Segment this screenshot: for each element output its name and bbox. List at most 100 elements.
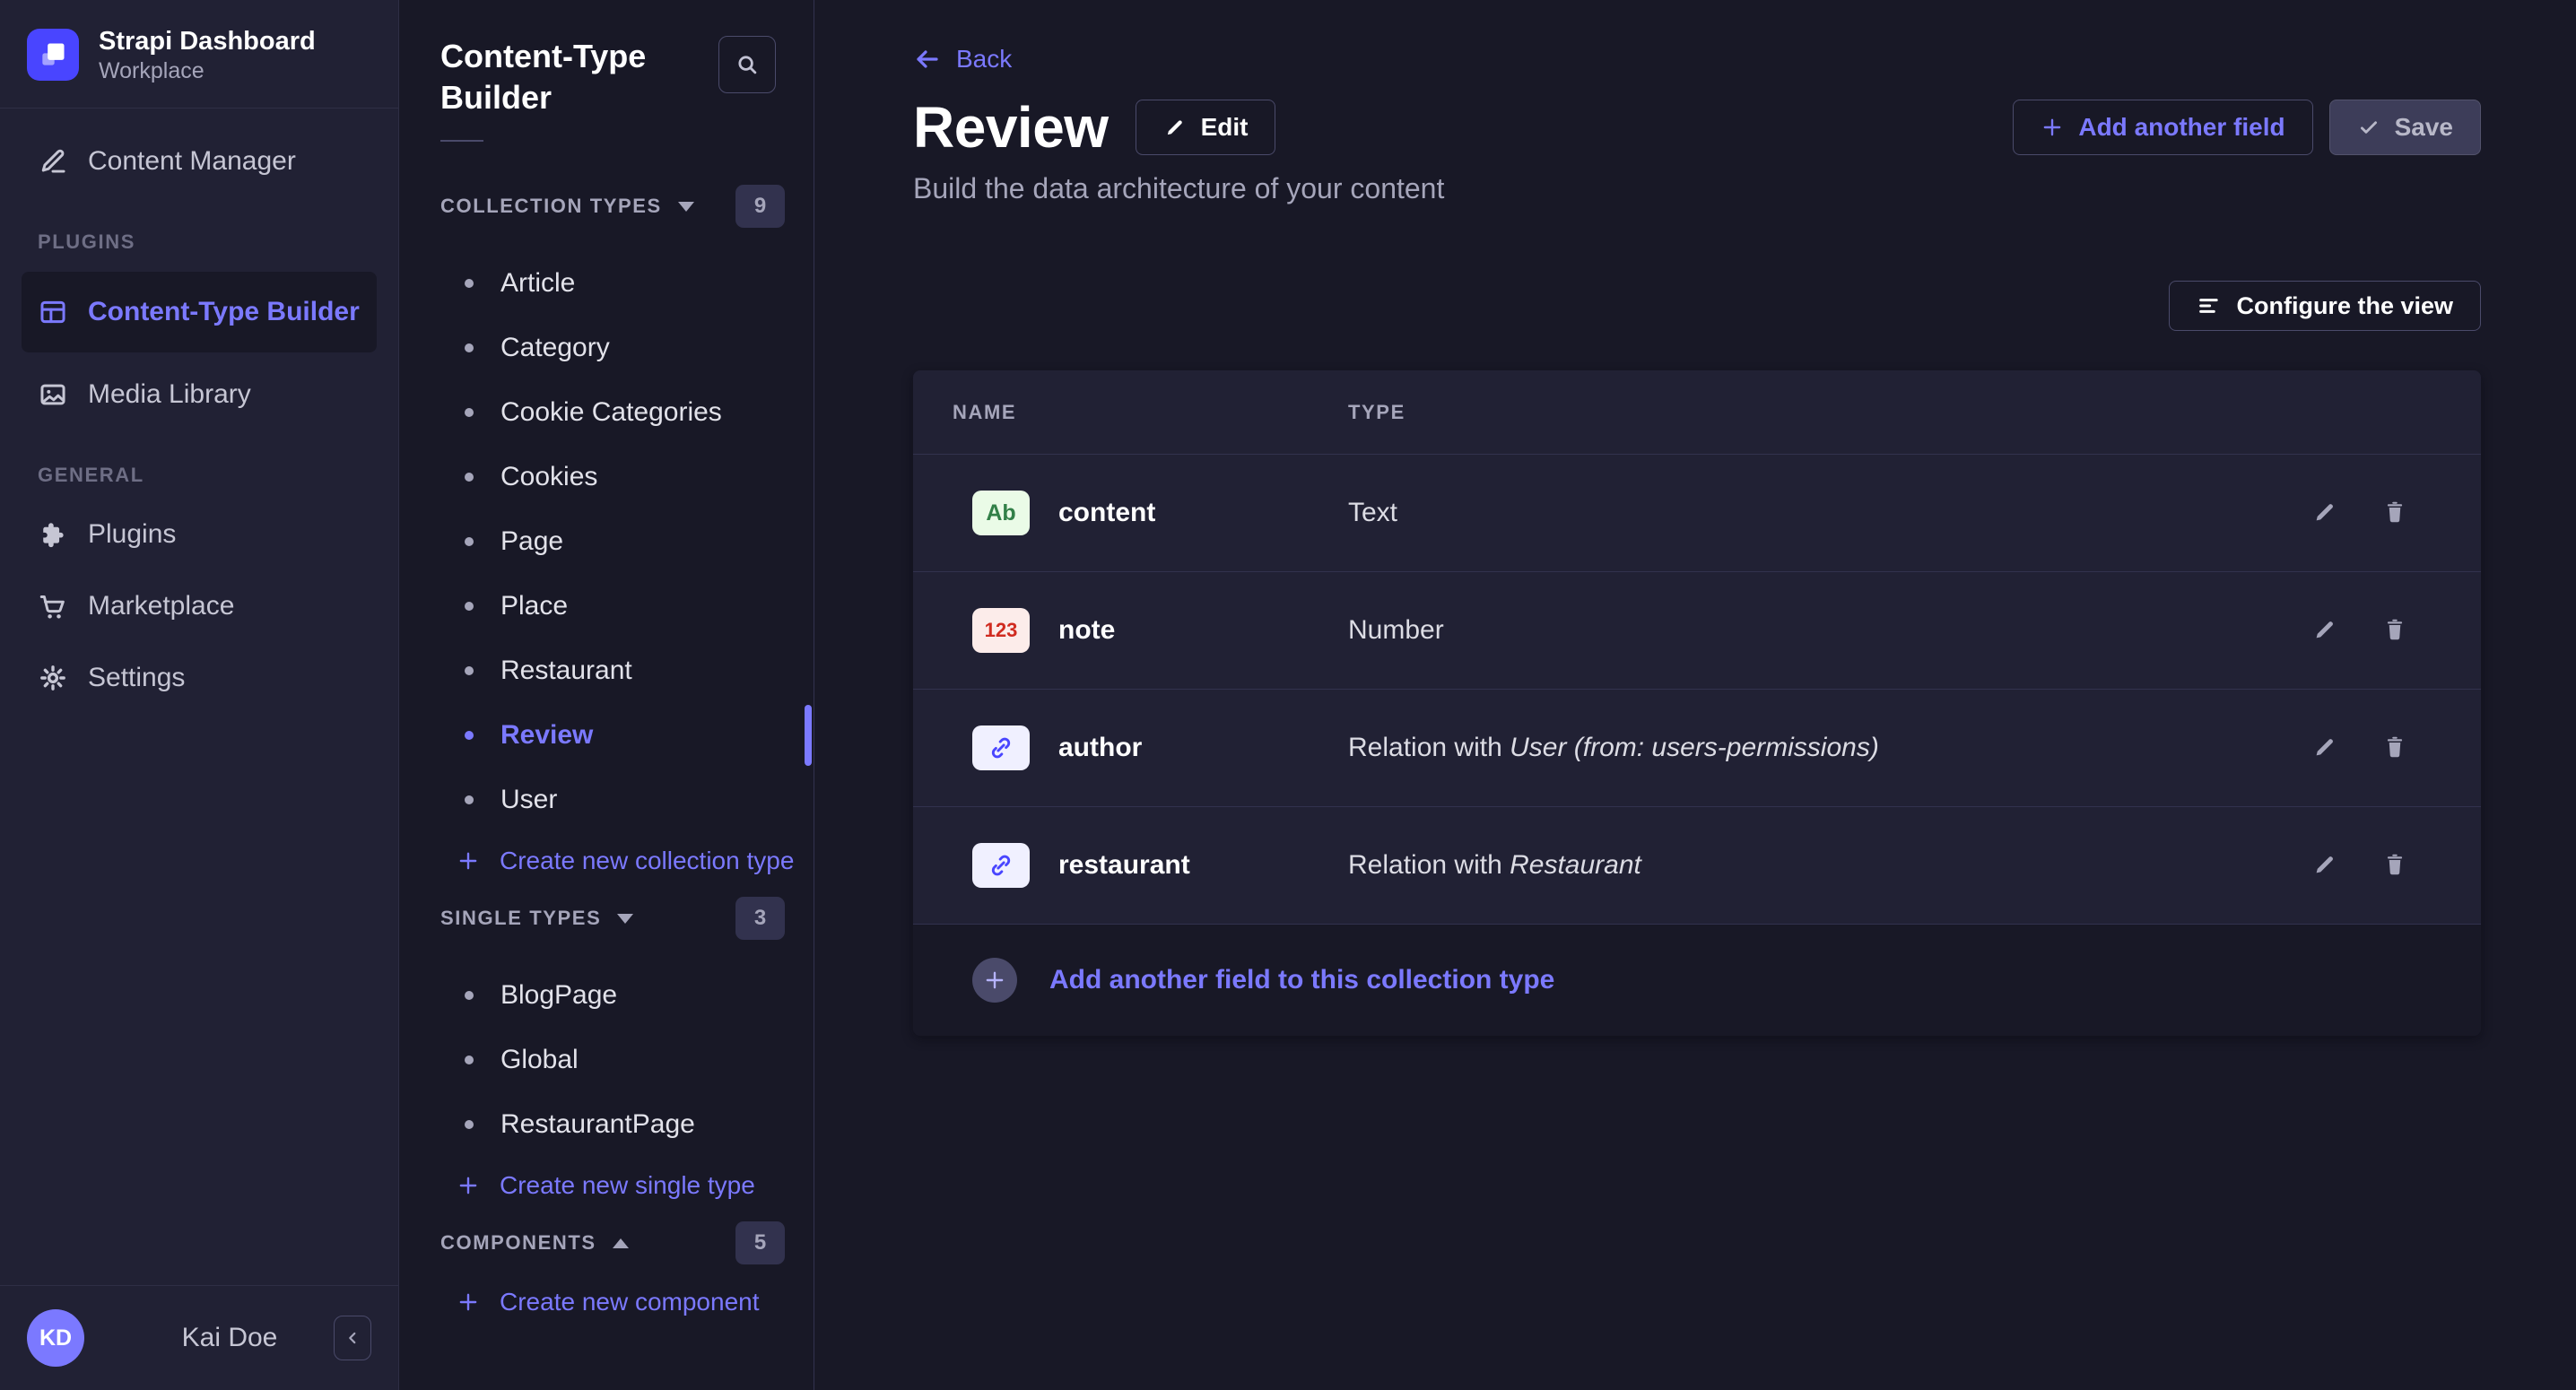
workspace-brand: Strapi Dashboard Workplace	[0, 0, 398, 108]
collection-type-item[interactable]: Cookie Categories	[399, 380, 814, 445]
collection-type-label: Page	[500, 526, 563, 557]
trash-icon	[2381, 499, 2408, 526]
delete-field-button[interactable]	[2380, 851, 2409, 880]
table-row: author Relation with User (from: users-p…	[913, 689, 2481, 806]
collection-type-label: Cookies	[500, 462, 597, 492]
field-type: Number	[1348, 615, 2300, 646]
back-link[interactable]: Back	[913, 43, 1012, 75]
collection-type-item[interactable]: Article	[399, 251, 814, 316]
name-column-header: NAME	[953, 401, 1348, 424]
trash-icon	[2381, 851, 2408, 878]
pencil-icon	[1163, 116, 1187, 139]
create-new-collection-type-link[interactable]: Create new collection type	[399, 832, 814, 890]
subnav-title: Content-Type Builder	[440, 36, 665, 118]
add-field-to-collection-button[interactable]: Add another field to this collection typ…	[913, 924, 2481, 1036]
user-name: Kai Doe	[126, 1323, 334, 1353]
single-types-list: BlogPage Global RestaurantPage	[399, 963, 814, 1157]
delete-field-button[interactable]	[2380, 734, 2409, 762]
pencil-icon	[2311, 499, 2338, 526]
bullet-icon	[465, 343, 474, 352]
create-new-component-link[interactable]: Create new component	[399, 1273, 814, 1331]
single-type-item[interactable]: Global	[399, 1028, 814, 1092]
page-subtitle: Build the data architecture of your cont…	[913, 172, 2481, 205]
user-area: KD Kai Doe	[0, 1285, 398, 1390]
caret-down-icon	[678, 202, 694, 212]
collection-type-item[interactable]: Restaurant	[399, 639, 814, 703]
collection-type-item-review-active[interactable]: Review	[399, 703, 814, 768]
pencil-icon	[2311, 734, 2338, 760]
bullet-icon	[465, 795, 474, 804]
trash-icon	[2381, 734, 2408, 760]
collection-types-section-header[interactable]: COLLECTION TYPES 9	[399, 185, 814, 228]
field-name: note	[1058, 615, 1115, 646]
collection-type-label: Review	[500, 720, 593, 751]
sidebar-item-marketplace[interactable]: Marketplace	[22, 577, 377, 636]
configure-button-label: Configure the view	[2236, 292, 2453, 320]
bullet-icon	[465, 991, 474, 1000]
content-type-builder-subnav: Content-Type Builder COLLECTION TYPES 9 …	[399, 0, 814, 1390]
field-name: content	[1058, 498, 1155, 528]
pencil-icon	[2311, 851, 2338, 878]
edit-field-button[interactable]	[2311, 734, 2339, 762]
sidebar-item-label: Media Library	[88, 379, 251, 410]
add-field-footer-label: Add another field to this collection typ…	[1049, 965, 1554, 995]
single-type-label: BlogPage	[500, 980, 617, 1011]
collection-type-label: Restaurant	[500, 656, 632, 686]
sidebar-item-label: Settings	[88, 663, 185, 693]
bullet-icon	[465, 279, 474, 288]
sidebar-item-label: Plugins	[88, 519, 176, 550]
bullet-icon	[465, 1056, 474, 1064]
collection-type-item[interactable]: Category	[399, 316, 814, 380]
delete-field-button[interactable]	[2380, 616, 2409, 645]
configure-the-view-button[interactable]: Configure the view	[2169, 281, 2481, 331]
table-row: restaurant Relation with Restaurant	[913, 806, 2481, 924]
chevron-left-icon	[343, 1328, 362, 1348]
add-another-field-button[interactable]: Add another field	[2013, 100, 2312, 155]
plus-icon	[457, 849, 480, 873]
collection-type-label: Category	[500, 333, 610, 363]
collection-type-item[interactable]: Cookies	[399, 445, 814, 509]
edit-field-button[interactable]	[2311, 616, 2339, 645]
pen-writing-icon	[38, 146, 68, 177]
edit-field-button[interactable]	[2311, 499, 2339, 527]
fields-table-card: NAME TYPE Ab content Text 123	[913, 370, 2481, 1036]
sidebar-item-label: Content-Type Builder	[88, 297, 360, 327]
single-type-item[interactable]: BlogPage	[399, 963, 814, 1028]
field-type: Text	[1348, 498, 2300, 528]
sidebar-item-content-manager[interactable]: Content Manager	[22, 132, 377, 191]
sidebar-item-media-library[interactable]: Media Library	[22, 365, 377, 424]
sidebar-item-label: Content Manager	[88, 146, 296, 177]
save-button[interactable]: Save	[2329, 100, 2481, 155]
search-button[interactable]	[718, 36, 776, 93]
image-icon	[38, 379, 68, 410]
create-link-label: Create new component	[500, 1288, 760, 1316]
delete-field-button[interactable]	[2380, 499, 2409, 527]
components-section-header[interactable]: COMPONENTS 5	[399, 1221, 814, 1264]
caret-down-icon	[617, 914, 633, 924]
collapse-sidebar-button[interactable]	[334, 1316, 371, 1360]
collection-type-item[interactable]: Page	[399, 509, 814, 574]
collection-type-item[interactable]: Place	[399, 574, 814, 639]
caret-up-icon	[613, 1238, 629, 1248]
create-new-single-type-link[interactable]: Create new single type	[399, 1157, 814, 1214]
sidebar-item-plugins[interactable]: Plugins	[22, 505, 377, 564]
puzzle-icon	[38, 519, 68, 550]
edit-field-button[interactable]	[2311, 851, 2339, 880]
number-field-badge: 123	[972, 608, 1030, 653]
workspace-titles: Strapi Dashboard Workplace	[99, 25, 316, 84]
relation-field-badge	[972, 843, 1030, 888]
field-type: Relation with Restaurant	[1348, 850, 2300, 881]
bullet-icon	[465, 731, 474, 740]
field-name: author	[1058, 733, 1142, 763]
single-types-section-header[interactable]: SINGLE TYPES 3	[399, 897, 814, 940]
edit-button[interactable]: Edit	[1136, 100, 1276, 155]
back-label: Back	[956, 45, 1012, 74]
plugins-section-label: PLUGINS	[38, 230, 377, 254]
collection-type-item[interactable]: User	[399, 768, 814, 832]
save-button-label: Save	[2395, 113, 2453, 142]
link-icon	[988, 734, 1014, 761]
single-type-item[interactable]: RestaurantPage	[399, 1092, 814, 1157]
sidebar-item-settings[interactable]: Settings	[22, 648, 377, 708]
sidebar-item-content-type-builder[interactable]: Content-Type Builder	[22, 272, 377, 352]
create-link-label: Create new collection type	[500, 847, 794, 875]
